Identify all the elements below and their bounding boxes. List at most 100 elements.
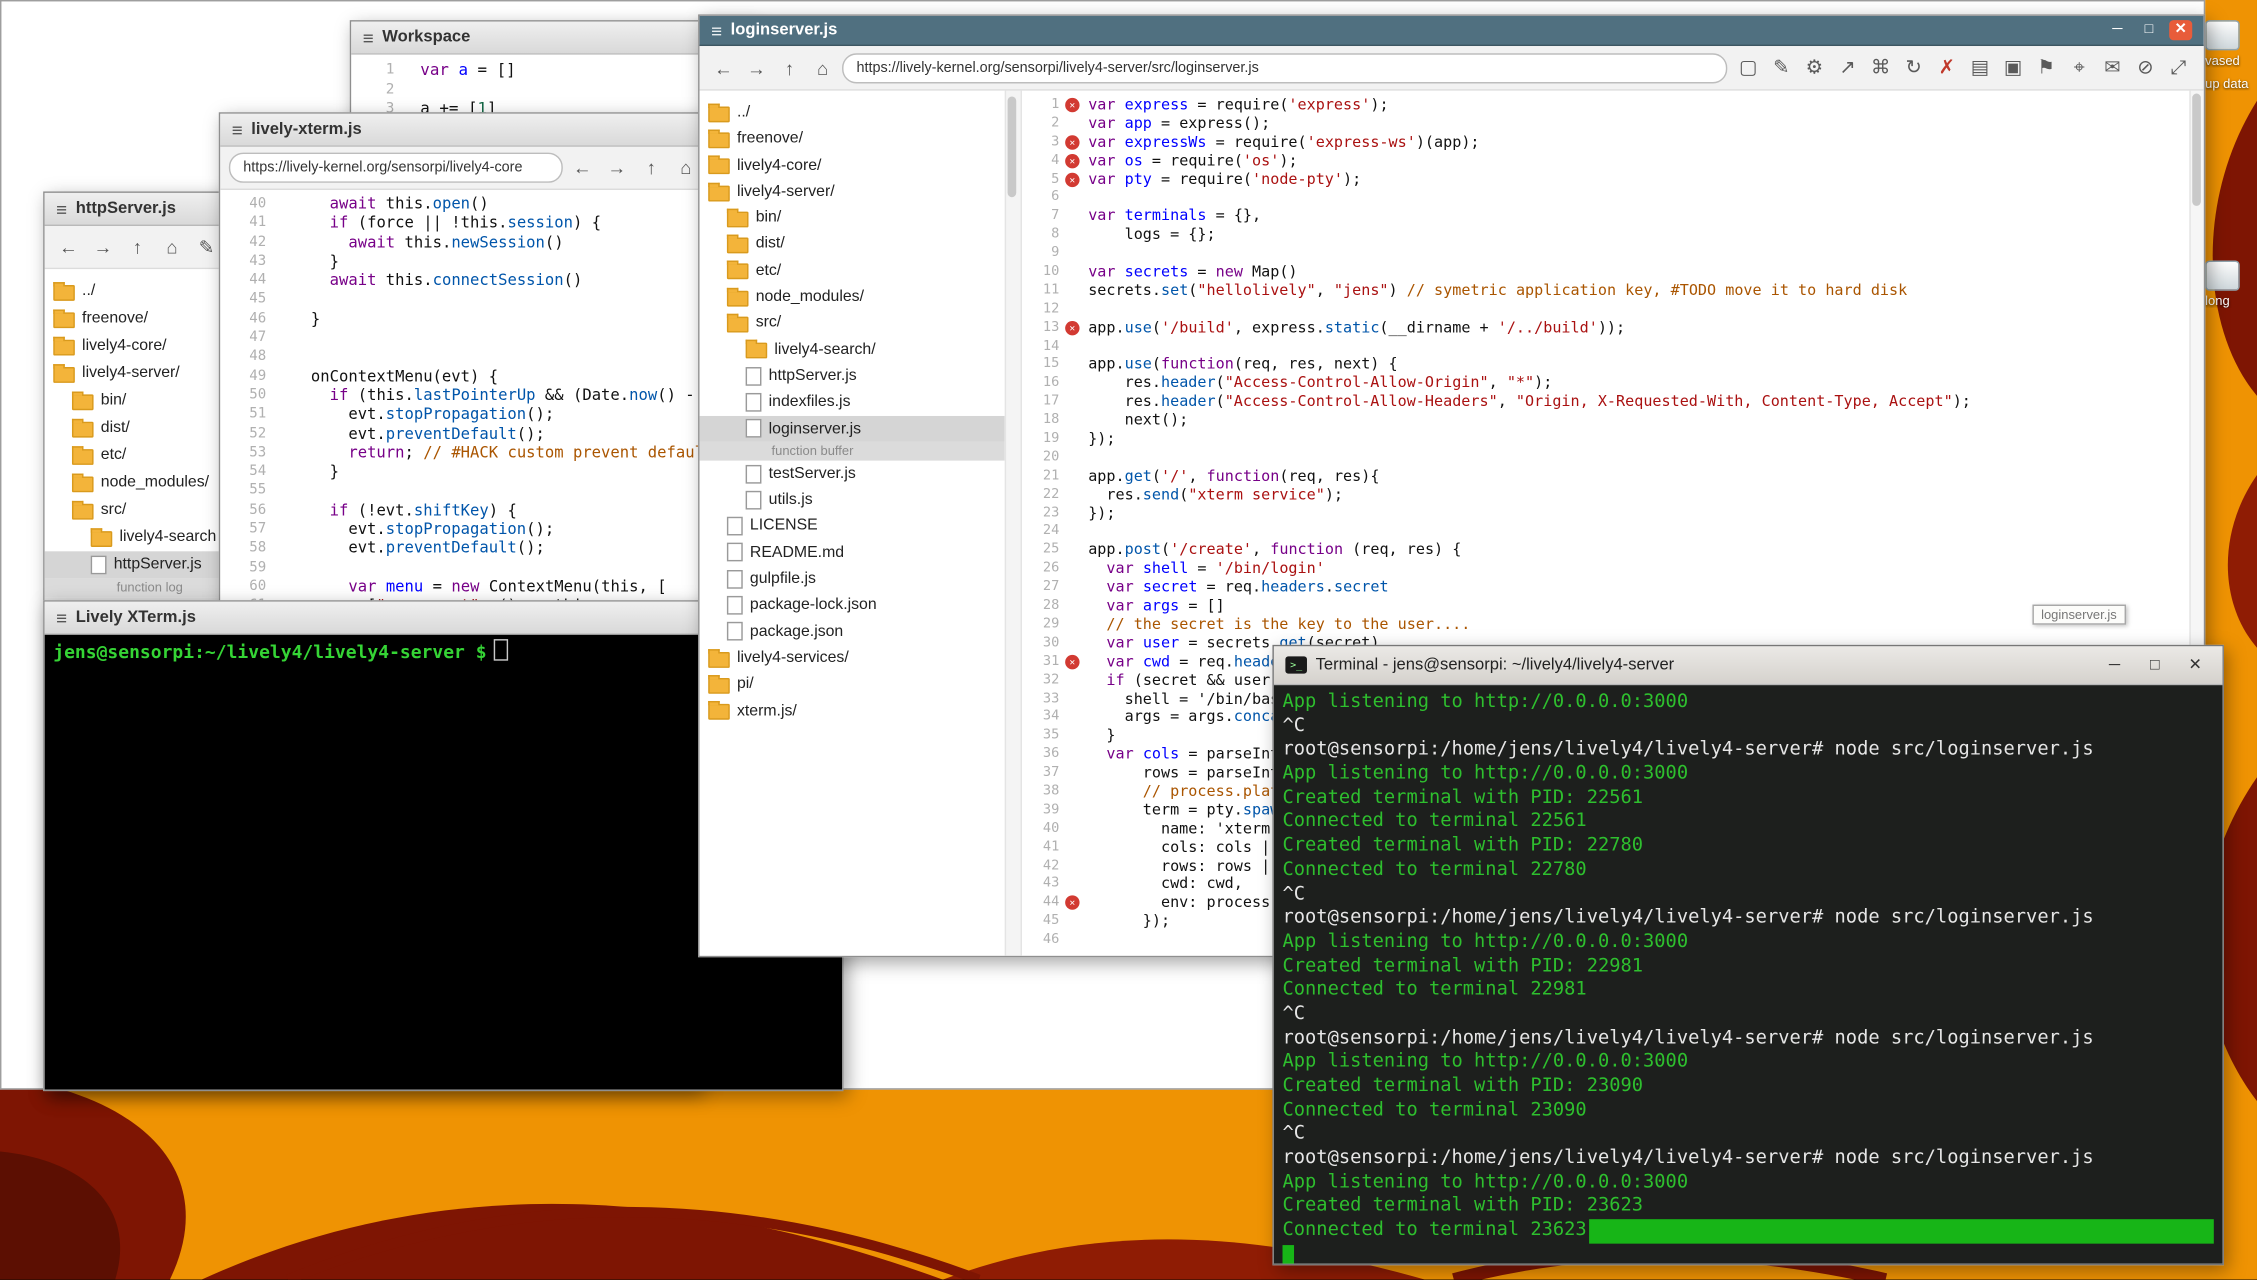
code-line-57[interactable]: 57 evt.stopPropagation(); [220, 520, 709, 539]
maximize-button[interactable]: □ [2138, 20, 2161, 40]
minimize-button[interactable]: ─ [2106, 20, 2129, 40]
code-line-41[interactable]: 41 if (force || !this.session) { [220, 213, 709, 232]
up-button[interactable]: ↑ [636, 153, 666, 182]
code-line-44[interactable]: 44 await this.connectSession() [220, 271, 709, 290]
home-button[interactable]: ⌂ [671, 153, 701, 182]
close-button[interactable]: ✕ [2179, 655, 2211, 675]
code-line-20[interactable]: 20 [1022, 449, 2189, 468]
desktop-icon-up-data[interactable]: up data [2205, 76, 2257, 90]
tree-item-lively4-server[interactable]: lively4-server/ [700, 178, 1005, 204]
url-bar[interactable] [229, 153, 563, 183]
tree-item-gulpfile.js[interactable]: gulpfile.js [700, 566, 1005, 592]
pin-icon[interactable]: ⌖ [2063, 56, 2096, 79]
code-line-29[interactable]: 29 // the secret is the key to the user.… [1022, 616, 2189, 635]
code-line-14[interactable]: 14 [1022, 338, 2189, 357]
tree-item-bin[interactable]: bin/ [700, 205, 1005, 231]
code-line-28[interactable]: 28 var args = [] [1022, 597, 2189, 616]
back-button[interactable]: ← [708, 53, 738, 82]
desktop-icon-long[interactable]: long [2205, 261, 2257, 309]
code-line-1[interactable]: 1var a = [] [351, 60, 754, 79]
error-marker-icon[interactable]: ✕ [1065, 135, 1079, 149]
tree-item-bin[interactable]: bin/ [45, 387, 232, 414]
tree-item-etc[interactable]: etc/ [700, 257, 1005, 283]
tree-item-license[interactable]: LICENSE [700, 513, 1005, 539]
tree-item-node_modules[interactable]: node_modules/ [700, 284, 1005, 310]
tree-item-lively4-core[interactable]: lively4-core/ [45, 333, 232, 360]
tree-item-xterm.js[interactable]: xterm.js/ [700, 697, 1005, 723]
desktop-icon-vased[interactable]: vased [2205, 20, 2257, 68]
tree-item-pi[interactable]: pi/ [700, 671, 1005, 697]
code-line-58[interactable]: 58 evt.preventDefault(); [220, 539, 709, 558]
tree-item-node_modules[interactable]: node_modules/ [45, 469, 232, 496]
mail-icon[interactable]: ✉ [2096, 56, 2129, 79]
tree-item-dist[interactable]: dist/ [45, 415, 232, 442]
up-button[interactable]: ↑ [774, 53, 804, 82]
code-line-10[interactable]: 10var secrets = new Map() [1022, 263, 2189, 282]
back-button[interactable]: ← [53, 232, 83, 261]
tree-item-lively4-core[interactable]: lively4-core/ [700, 152, 1005, 178]
code-line-48[interactable]: 48 [220, 347, 709, 366]
error-marker-icon[interactable]: ✕ [1065, 98, 1079, 112]
code-line-1[interactable]: 1✕var express = require('express'); [1022, 96, 2189, 115]
tree-item-lively4-search[interactable]: lively4-search/ [700, 336, 1005, 362]
file-icon[interactable]: ▤ [1963, 56, 1996, 79]
workspace-titlebar[interactable]: ≡ Workspace [351, 22, 754, 55]
code-line-54[interactable]: 54 } [220, 462, 709, 481]
tree-scrollbar[interactable] [1005, 91, 1022, 956]
flag-icon[interactable]: ⚑ [2030, 56, 2063, 79]
refresh-icon[interactable]: ↻ [1897, 56, 1930, 79]
code-line-55[interactable]: 55 [220, 481, 709, 500]
folder-icon[interactable]: ▣ [1996, 56, 2029, 79]
hamburger-menu-icon[interactable]: ≡ [363, 28, 374, 47]
code-line-56[interactable]: 56 if (!evt.shiftKey) { [220, 501, 709, 520]
tree-item-src[interactable]: src/ [700, 310, 1005, 336]
tree-item-utils.js[interactable]: utils.js [700, 487, 1005, 513]
forward-button[interactable]: → [88, 232, 118, 261]
code-line-60[interactable]: 60 var menu = new ContextMenu(this, [ [220, 577, 709, 596]
brush-icon[interactable]: ✎ [1765, 56, 1798, 79]
code-line-13[interactable]: 13✕app.use('/build', express.static(__di… [1022, 319, 2189, 338]
code-line-45[interactable]: 45 [220, 290, 709, 309]
code-line-15[interactable]: 15app.use(function(req, res, next) { [1022, 356, 2189, 375]
expand-icon[interactable]: ⤢ [2162, 56, 2195, 79]
cancel-icon[interactable]: ⊘ [2129, 56, 2162, 79]
hamburger-menu-icon[interactable]: ≡ [711, 21, 722, 40]
tree-item-lively4-services[interactable]: lively4-services/ [700, 645, 1005, 671]
forward-button[interactable]: → [602, 153, 632, 182]
tree-item-package.json[interactable]: package.json [700, 618, 1005, 644]
code-line-24[interactable]: 24 [1022, 523, 2189, 542]
tree-item-httpserver.js[interactable]: httpServer.js [700, 363, 1005, 389]
lively-xterm-code-editor[interactable]: 40 await this.open()41 if (force || !thi… [220, 190, 709, 610]
code-line-42[interactable]: 42 await this.newSession() [220, 233, 709, 252]
tree-item-freenove[interactable]: freenove/ [45, 305, 232, 332]
error-marker-icon[interactable]: ✕ [1065, 321, 1079, 335]
tree-item-..[interactable]: ../ [45, 278, 232, 305]
tree-item-package-lock.json[interactable]: package-lock.json [700, 592, 1005, 618]
code-line-3[interactable]: 3✕var expressWs = require('express-ws')(… [1022, 134, 2189, 153]
code-line-6[interactable]: 6 [1022, 189, 2189, 208]
code-line-43[interactable]: 43 } [220, 252, 709, 271]
code-line-2[interactable]: 2 [351, 80, 754, 99]
tree-item-lively4-search[interactable]: lively4-search [45, 524, 232, 551]
tree-item-dist[interactable]: dist/ [700, 231, 1005, 257]
code-line-46[interactable]: 46 } [220, 309, 709, 328]
forward-button[interactable]: → [741, 53, 771, 82]
code-line-4[interactable]: 4✕var os = require('os'); [1022, 152, 2189, 171]
code-line-23[interactable]: 23}); [1022, 505, 2189, 524]
code-line-21[interactable]: 21app.get('/', function(req, res){ [1022, 468, 2189, 487]
code-line-2[interactable]: 2var app = express(); [1022, 115, 2189, 134]
scrollbar-thumb[interactable] [2192, 94, 2201, 206]
tree-subitem[interactable]: function buffer [700, 442, 1005, 461]
tree-item-etc[interactable]: etc/ [45, 442, 232, 469]
tree-item-lively4-server[interactable]: lively4-server/ [45, 360, 232, 387]
hamburger-menu-icon[interactable]: ≡ [232, 120, 243, 139]
code-line-11[interactable]: 11secrets.set("hellolively", "jens") // … [1022, 282, 2189, 301]
code-line-51[interactable]: 51 evt.stopPropagation(); [220, 405, 709, 424]
code-line-26[interactable]: 26 var shell = '/bin/login' [1022, 560, 2189, 579]
close-button[interactable]: ✕ [2169, 20, 2192, 40]
code-line-53[interactable]: 53 return; // #HACK custom prevent defau… [220, 443, 709, 462]
tree-item-freenove[interactable]: freenove/ [700, 126, 1005, 152]
code-line-19[interactable]: 19}); [1022, 430, 2189, 449]
code-line-22[interactable]: 22 res.send("xterm service"); [1022, 486, 2189, 505]
tree-item-testserver.js[interactable]: testServer.js [700, 460, 1005, 486]
